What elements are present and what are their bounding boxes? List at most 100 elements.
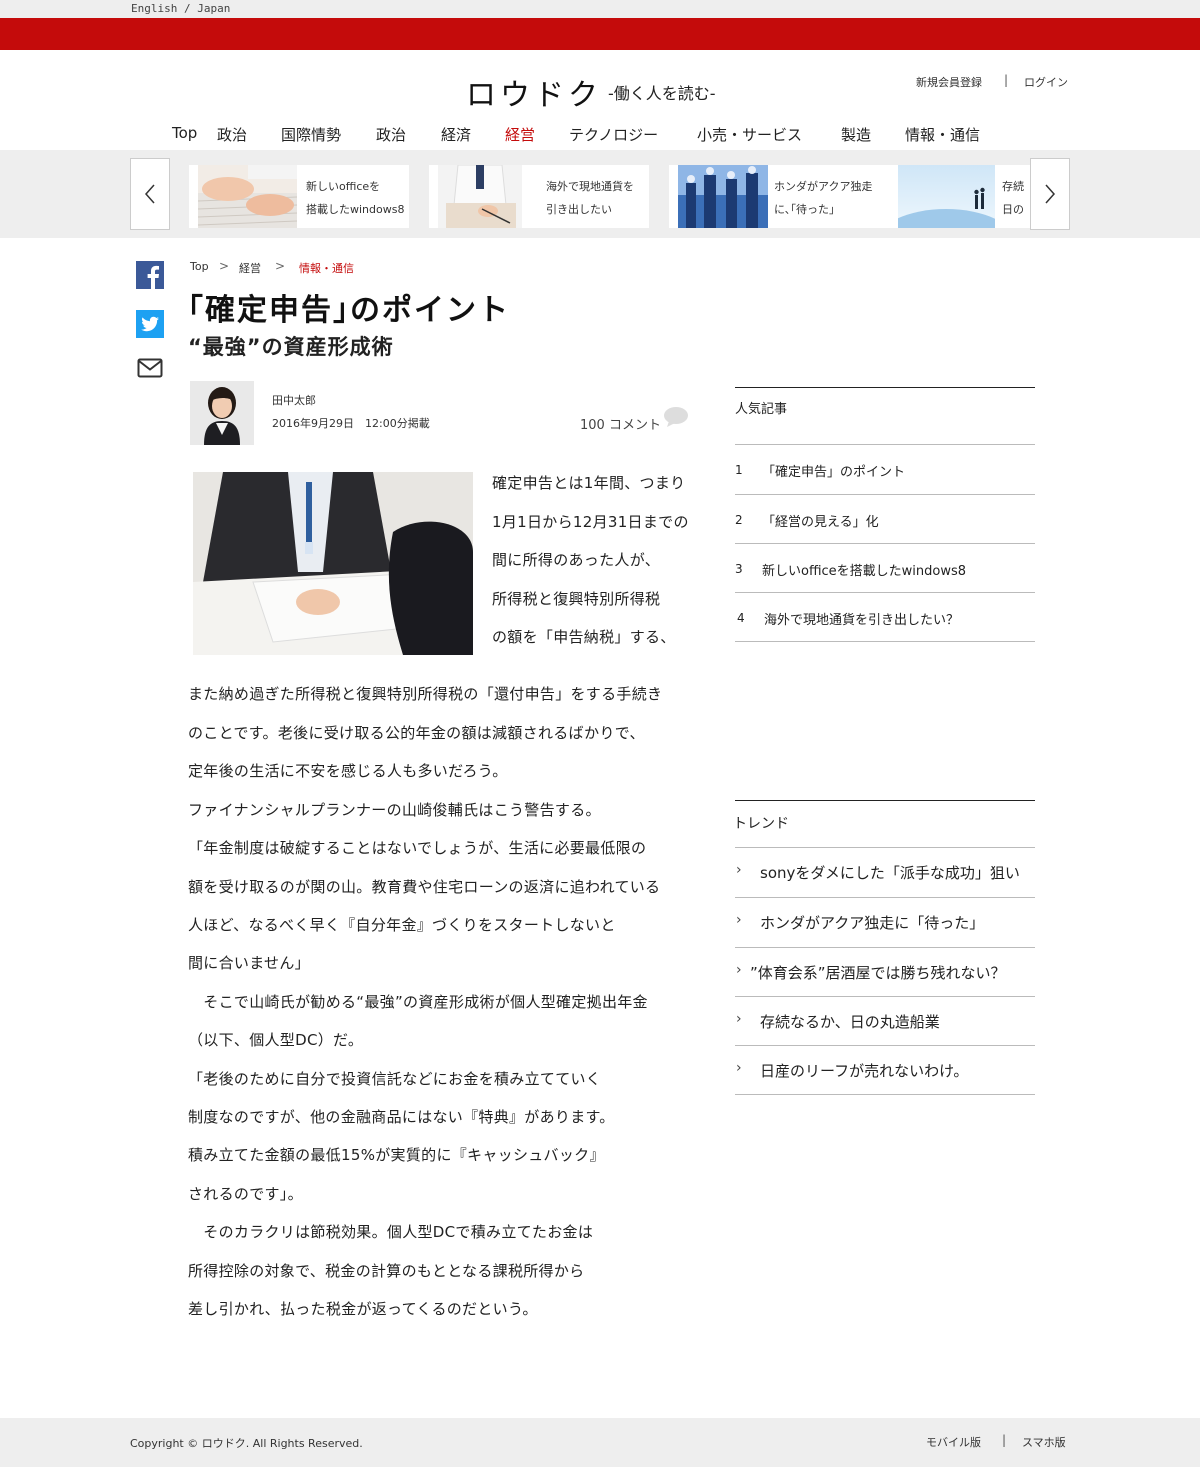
article-line: 額を受け取るのが関の山。教育費や住宅ローンの返済に追われている	[188, 878, 661, 896]
article-line: 「年金制度は破綻することはないでしょうが、生活に必要最低限の	[188, 839, 647, 857]
carousel-card[interactable]: ホンダがアクア独走 に､｢待った｣	[669, 165, 889, 228]
nav-item-economy[interactable]: 経済	[441, 124, 471, 145]
office-worker-photo	[438, 165, 537, 228]
chevron-left-icon	[144, 184, 155, 204]
trend-title[interactable]: ”体育会系”居酒屋では勝ち残れない？	[750, 962, 1006, 983]
popular-top-rule	[735, 387, 1035, 388]
divider	[735, 947, 1035, 948]
avatar	[190, 381, 254, 445]
popular-title[interactable]: 「経営の見える」化	[762, 511, 879, 530]
article-line: 制度なのですが、他の金融商品にはない『特典』があります。	[188, 1108, 615, 1126]
mobile-version-link[interactable]: モバイル版	[926, 1434, 981, 1450]
top-bar: English / Japan	[0, 0, 1200, 18]
comment-bubble-icon[interactable]	[663, 406, 689, 428]
comment-count[interactable]: 100 コメント	[580, 414, 661, 433]
carousel-card-title: 新しいofficeを 搭載したwindows8	[306, 180, 405, 216]
popular-heading: 人気記事	[735, 402, 788, 417]
chevron-right-icon: ›	[736, 962, 742, 978]
brand-red-bar	[0, 18, 1200, 50]
copyright: Copyright © ロウドク. All Rights Reserved.	[130, 1437, 363, 1450]
publish-date: 2016年9月29日 12:00分掲載	[272, 417, 430, 430]
register-link[interactable]: 新規会員登録	[916, 74, 982, 90]
carousel-card[interactable]: 存続 日の	[889, 165, 1030, 228]
article-carousel: 新しいofficeを 搭載したwindows8 海外で現地通貨を 引き出したい	[0, 150, 1200, 238]
article-line: 所得控除の対象で、税金の計算のもととなる課税所得から	[188, 1262, 585, 1280]
trend-title[interactable]: 日産のリーフが売れないわけ。	[760, 1060, 968, 1081]
business-people-photo	[678, 165, 768, 228]
footer: Copyright © ロウドク. All Rights Reserved. モ…	[0, 1418, 1200, 1467]
site-logo[interactable]: ロウドク	[466, 70, 602, 114]
trend-title[interactable]: ホンダがアクア独走に「待った」	[760, 912, 984, 933]
article-line: 確定申告とは1年間、つまり	[492, 474, 686, 492]
breadcrumb-current: 情報・通信	[299, 262, 354, 275]
nav-item-politics-2[interactable]: 政治	[376, 124, 406, 145]
divider	[735, 897, 1035, 898]
trend-title[interactable]: sonyをダメにした「派手な成功」狙い	[760, 862, 1020, 883]
divider	[735, 1094, 1035, 1095]
mail-icon[interactable]	[136, 356, 164, 384]
site-tagline: -働く人を読む-	[608, 84, 716, 103]
login-link[interactable]: ログイン	[1024, 74, 1068, 90]
popular-rank: 2	[735, 513, 743, 527]
twitter-icon[interactable]	[136, 310, 164, 338]
popular-rank: 1	[735, 463, 743, 477]
carousel-next-button[interactable]	[1030, 158, 1070, 230]
article-line: 所得税と復興特別所得税	[492, 590, 661, 608]
carousel-card-title: ホンダがアクア独走 に､｢待った｣	[774, 180, 873, 216]
breadcrumb-management[interactable]: 経営	[239, 260, 261, 276]
popular-title[interactable]: 「確定申告」のポイント	[762, 461, 905, 480]
breadcrumb-separator: >	[219, 259, 230, 273]
popular-title[interactable]: 新しいofficeを搭載したwindows8	[762, 560, 966, 579]
chevron-right-icon: ›	[736, 1011, 742, 1027]
global-nav: Top 政治 国際情勢 政治 経済 経営 テクノロジー 小売・サービス 製造 情…	[0, 124, 1200, 144]
article-line: 人ほど、なるべく早く『自分年金』づくりをスタートしないと	[188, 916, 616, 934]
language-switch[interactable]: English / Japan	[131, 2, 230, 15]
trend-heading: トレンド	[733, 816, 789, 832]
article-line: 差し引かれ、払った税金が返ってくるのだという。	[188, 1300, 538, 1318]
divider	[735, 494, 1035, 495]
article-line: 間に所得のあった人が、	[492, 551, 661, 569]
chevron-right-icon: ›	[736, 912, 742, 928]
article-line: （以下、個人型DC）だ。	[188, 1031, 364, 1049]
article-line: そこで山崎氏が勧める“最強”の資産形成術が個人型確定拠出年金	[188, 993, 648, 1011]
divider	[735, 1045, 1035, 1046]
article-line: 定年後の生活に不安を感じる人も多いだろう。	[188, 762, 508, 780]
carousel-card-title: 海外で現地通貨を 引き出したい	[546, 180, 634, 216]
smartphone-version-link[interactable]: スマホ版	[1022, 1434, 1066, 1450]
facebook-icon[interactable]	[136, 261, 164, 289]
carousel-card[interactable]: 新しいofficeを 搭載したwindows8	[189, 165, 409, 228]
nav-item-retail[interactable]: 小売・サービス	[697, 124, 802, 145]
nav-item-top[interactable]: Top	[172, 124, 197, 142]
nav-item-politics[interactable]: 政治	[217, 124, 247, 145]
divider	[735, 996, 1035, 997]
carousel-card[interactable]: 海外で現地通貨を 引き出したい	[429, 165, 649, 228]
popular-rank: 4	[737, 611, 745, 625]
popular-rank: 3	[735, 562, 743, 576]
article-line: 間に合いません」	[188, 954, 310, 972]
article-line: また納め過ぎた所得税と復興特別所得税の「還付申告」をする手続き	[188, 685, 663, 703]
keyboard-photo	[198, 165, 297, 228]
article-line: の額を「申告納税」する、	[492, 628, 676, 646]
breadcrumb-separator: >	[275, 259, 286, 273]
footer-separator: |	[1002, 1433, 1007, 1447]
article-line: 1月1日から12月31日までの	[492, 513, 689, 531]
article-line: ファイナンシャルプランナーの山崎俊輔氏はこう警告する。	[188, 801, 601, 819]
divider	[735, 444, 1035, 445]
article-line: されるのです」。	[188, 1185, 303, 1203]
nav-item-technology[interactable]: テクノロジー	[569, 124, 658, 145]
article-line: そのカラクリは節税効果。個人型DCで積み立てたお金は	[188, 1223, 594, 1241]
nav-item-management[interactable]: 経営	[505, 124, 535, 145]
author-name[interactable]: 田中太郎	[272, 392, 316, 408]
nav-item-international[interactable]: 国際情勢	[281, 124, 341, 145]
breadcrumb-top[interactable]: Top	[190, 260, 209, 273]
auth-separator: |	[1004, 73, 1009, 87]
divider	[735, 847, 1035, 848]
divider	[735, 641, 1035, 642]
carousel-prev-button[interactable]	[130, 158, 170, 230]
trend-title[interactable]: 存続なるか、日の丸造船業	[760, 1011, 940, 1032]
chevron-right-icon: ›	[736, 1060, 742, 1076]
article-title: ｢確定申告｣のポイント	[188, 293, 510, 328]
nav-item-manufacturing[interactable]: 製造	[841, 124, 871, 145]
nav-item-info-comm[interactable]: 情報・通信	[905, 124, 980, 145]
popular-title[interactable]: 海外で現地通貨を引き出したい？	[764, 609, 959, 628]
